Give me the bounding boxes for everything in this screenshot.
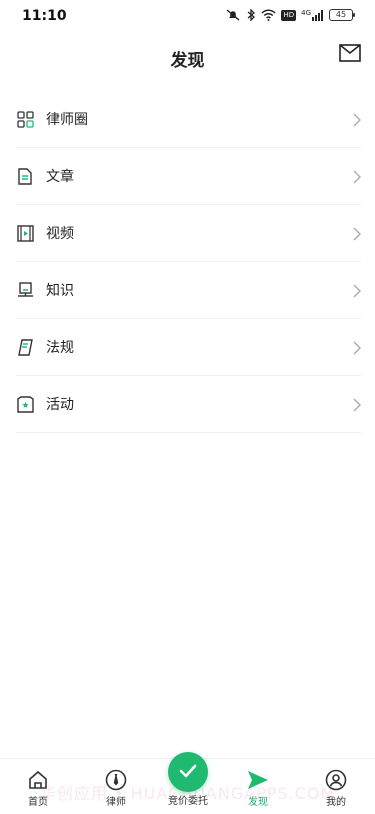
menu-item-articles[interactable]: 文章: [16, 148, 361, 205]
tab-home[interactable]: 首页: [8, 769, 68, 808]
status-icons: HD 4G 45: [225, 8, 355, 21]
menu-item-lawyer-circle[interactable]: 律师圈: [16, 91, 361, 148]
chevron-right-icon: [353, 283, 361, 298]
lawyer-tie-icon: [86, 769, 146, 791]
bluetooth-icon: [246, 9, 256, 21]
film-icon: [16, 224, 34, 242]
menu-item-label: 文章: [46, 169, 74, 185]
battery-icon: 45: [329, 9, 355, 21]
menu-item-label: 法规: [46, 340, 74, 356]
check-circle-icon: [179, 763, 197, 782]
menu-item-label: 知识: [46, 283, 74, 299]
tab-lawyer[interactable]: 律师: [86, 769, 146, 808]
network-type: 4G: [301, 8, 311, 17]
chevron-right-icon: [353, 112, 361, 127]
signal-icon: 4G: [301, 8, 324, 21]
user-circle-icon: [306, 769, 366, 791]
book-icon: [16, 338, 34, 356]
menu-item-label: 视频: [46, 226, 74, 242]
status-bar: 11:10 HD 4G 45: [0, 0, 375, 34]
wifi-icon: [261, 9, 276, 21]
grid-icon: [16, 110, 34, 128]
status-time: 11:10: [22, 8, 67, 24]
tab-discover[interactable]: 发现: [228, 769, 288, 808]
tab-label: 律师: [106, 797, 126, 808]
menu-item-activities[interactable]: 活动: [16, 376, 361, 433]
menu-item-regulations[interactable]: 法规: [16, 319, 361, 376]
menu-item-knowledge[interactable]: 知识: [16, 262, 361, 319]
menu-item-label: 律师圈: [46, 112, 88, 128]
tab-mine[interactable]: 我的: [306, 769, 366, 808]
chevron-right-icon: [353, 397, 361, 412]
send-arrow-icon: [228, 769, 288, 791]
home-icon: [8, 769, 68, 791]
chevron-right-icon: [353, 226, 361, 241]
mail-button[interactable]: [339, 44, 361, 64]
chevron-right-icon: [353, 340, 361, 355]
page-title: 发现: [170, 51, 205, 71]
mail-icon: [339, 44, 361, 66]
hd-icon: HD: [281, 9, 297, 21]
mute-bell-icon: [225, 9, 241, 21]
discover-menu: 律师圈 文章 视频 知识 法规 活动: [16, 91, 361, 433]
menu-item-videos[interactable]: 视频: [16, 205, 361, 262]
tab-label: 我的: [326, 797, 346, 808]
monitor-icon: [16, 281, 34, 299]
chevron-right-icon: [353, 169, 361, 184]
bid-entrust-button[interactable]: [168, 752, 208, 792]
header: 发现: [0, 36, 375, 80]
menu-item-label: 活动: [46, 397, 74, 413]
bid-entrust-label: 竞价委托: [168, 796, 208, 807]
tab-label: 首页: [28, 797, 48, 808]
document-icon: [16, 167, 34, 185]
activity-box-icon: [16, 395, 34, 413]
tab-label: 发现: [248, 797, 268, 808]
